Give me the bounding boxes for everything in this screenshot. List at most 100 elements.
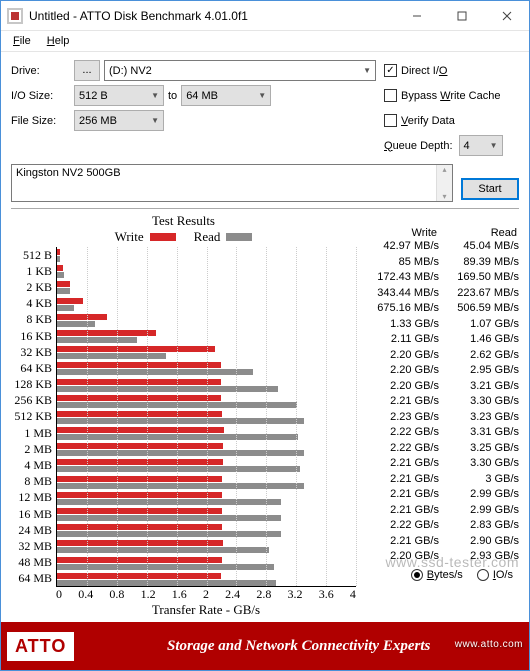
- write-value: 2.21 GB/s: [367, 394, 439, 410]
- filesize-select[interactable]: 256 MB ▼: [74, 110, 164, 131]
- read-bar: [57, 256, 60, 262]
- description-value: Kingston NV2 500GB: [16, 167, 121, 179]
- label-drive: Drive:: [11, 65, 66, 77]
- read-bar: [57, 288, 70, 294]
- chart-title: Test Results: [11, 213, 356, 229]
- read-value: 2.99 GB/s: [447, 503, 519, 519]
- divider: [11, 208, 519, 209]
- write-bar: [57, 330, 156, 336]
- write-value: 2.22 GB/s: [367, 441, 439, 457]
- data-row: 2.23 GB/s3.23 GB/s: [360, 410, 519, 426]
- direct-io-checkbox[interactable]: ✓ Direct I/O: [384, 64, 519, 77]
- data-row: 2.11 GB/s1.46 GB/s: [360, 332, 519, 348]
- write-bar: [57, 314, 107, 320]
- close-button[interactable]: [484, 1, 529, 31]
- scroll-down-icon[interactable]: ▾: [437, 192, 452, 201]
- iosize-from-value: 512 B: [79, 90, 151, 102]
- drive-select[interactable]: (D:) NV2 ▼: [104, 60, 376, 81]
- data-row: 343.44 MB/s223.67 MB/s: [360, 286, 519, 302]
- write-value: 85 MB/s: [367, 255, 439, 271]
- iosize-from-select[interactable]: 512 B ▼: [74, 85, 164, 106]
- data-row: 2.20 GB/s3.21 GB/s: [360, 379, 519, 395]
- data-row: 42.97 MB/s45.04 MB/s: [360, 239, 519, 255]
- read-bar: [57, 580, 276, 586]
- data-column: Write Read 42.97 MB/s45.04 MB/s85 MB/s 89…: [356, 211, 519, 618]
- label-to: to: [168, 90, 177, 102]
- y-tick-label: 1 KB: [11, 264, 52, 279]
- scrollbar[interactable]: ▴▾: [436, 165, 452, 201]
- y-tick-label: 32 KB: [11, 345, 52, 360]
- read-bar: [57, 272, 64, 278]
- write-bar: [57, 395, 221, 401]
- chevron-down-icon: ▼: [151, 116, 159, 125]
- read-value: 2.99 GB/s: [447, 487, 519, 503]
- y-tick-label: 24 MB: [11, 523, 52, 538]
- y-tick-label: 1 MB: [11, 426, 52, 441]
- iosize-to-select[interactable]: 64 MB ▼: [181, 85, 271, 106]
- write-bar: [57, 540, 223, 546]
- write-swatch-icon: [150, 233, 176, 241]
- read-bar: [57, 564, 274, 570]
- write-bar: [57, 249, 60, 255]
- x-tick-label: 3.2: [288, 587, 303, 602]
- read-value: 1.07 GB/s: [447, 317, 519, 333]
- x-tick-label: 1.2: [141, 587, 156, 602]
- read-value: 2.95 GB/s: [447, 363, 519, 379]
- read-bar: [57, 499, 281, 505]
- write-bar: [57, 379, 221, 385]
- write-bar: [57, 573, 221, 579]
- queuedepth-select[interactable]: 4 ▼: [459, 135, 503, 156]
- bypass-cache-checkbox[interactable]: Bypass Write Cache: [384, 89, 519, 102]
- x-tick-label: 4: [350, 587, 356, 602]
- write-bar: [57, 411, 222, 417]
- scroll-up-icon[interactable]: ▴: [437, 165, 452, 174]
- x-tick-label: 0.4: [78, 587, 93, 602]
- y-tick-label: 32 MB: [11, 539, 52, 554]
- browse-drive-button[interactable]: ...: [74, 60, 100, 81]
- footer-banner: ATTO Storage and Network Connectivity Ex…: [1, 622, 529, 670]
- write-bar: [57, 427, 224, 433]
- label-iosize: I/O Size:: [11, 90, 66, 102]
- data-row: 172.43 MB/s169.50 MB/s: [360, 270, 519, 286]
- y-tick-label: 2 MB: [11, 442, 52, 457]
- read-value: 89.39 MB/s: [447, 255, 519, 271]
- chart-plot-area: [56, 247, 356, 587]
- menu-help[interactable]: Help: [39, 33, 78, 49]
- read-value: 1.46 GB/s: [447, 332, 519, 348]
- write-value: 2.20 GB/s: [367, 363, 439, 379]
- data-row: 675.16 MB/s506.59 MB/s: [360, 301, 519, 317]
- read-bar: [57, 321, 95, 327]
- y-tick-label: 16 KB: [11, 329, 52, 344]
- radio-iops[interactable]: IO/s: [477, 569, 513, 581]
- units-radio-group: Bytes/s IO/s: [360, 565, 519, 585]
- data-row: 2.20 GB/s2.93 GB/s: [360, 549, 519, 565]
- x-tick-label: 3.6: [319, 587, 334, 602]
- minimize-button[interactable]: [394, 1, 439, 31]
- chart-column: Test Results Write Read 512 B1 KB2 KB4 K…: [11, 211, 356, 618]
- write-bar: [57, 524, 222, 530]
- write-value: 2.20 GB/s: [367, 549, 439, 565]
- titlebar: Untitled - ATTO Disk Benchmark 4.01.0f1: [1, 1, 529, 31]
- start-button[interactable]: Start: [461, 178, 519, 200]
- read-value: 506.59 MB/s: [447, 301, 519, 317]
- write-value: 2.21 GB/s: [367, 456, 439, 472]
- radio-selected-icon: [411, 569, 423, 581]
- bar-chart: 512 B1 KB2 KB4 KB8 KB16 KB32 KB64 KB128 …: [11, 247, 356, 587]
- write-value: 2.21 GB/s: [367, 534, 439, 550]
- x-tick-label: 2.4: [225, 587, 240, 602]
- read-value: 45.04 MB/s: [447, 239, 519, 255]
- description-textarea[interactable]: Kingston NV2 500GB ▴▾: [11, 164, 453, 202]
- maximize-button[interactable]: [439, 1, 484, 31]
- read-value: 3.25 GB/s: [447, 441, 519, 457]
- data-row: 2.22 GB/s 3.25 GB/s: [360, 441, 519, 457]
- write-bar: [57, 492, 222, 498]
- menu-file[interactable]: File: [5, 33, 39, 49]
- y-tick-label: 4 KB: [11, 296, 52, 311]
- data-header: Write Read: [360, 225, 519, 239]
- read-value: 3.31 GB/s: [447, 425, 519, 441]
- verify-data-checkbox[interactable]: Verify Data: [384, 114, 519, 127]
- read-value: 2.90 GB/s: [447, 534, 519, 550]
- write-bar: [57, 443, 223, 449]
- radio-bytes[interactable]: Bytes/s: [411, 569, 463, 581]
- checkbox-unchecked-icon: [384, 89, 397, 102]
